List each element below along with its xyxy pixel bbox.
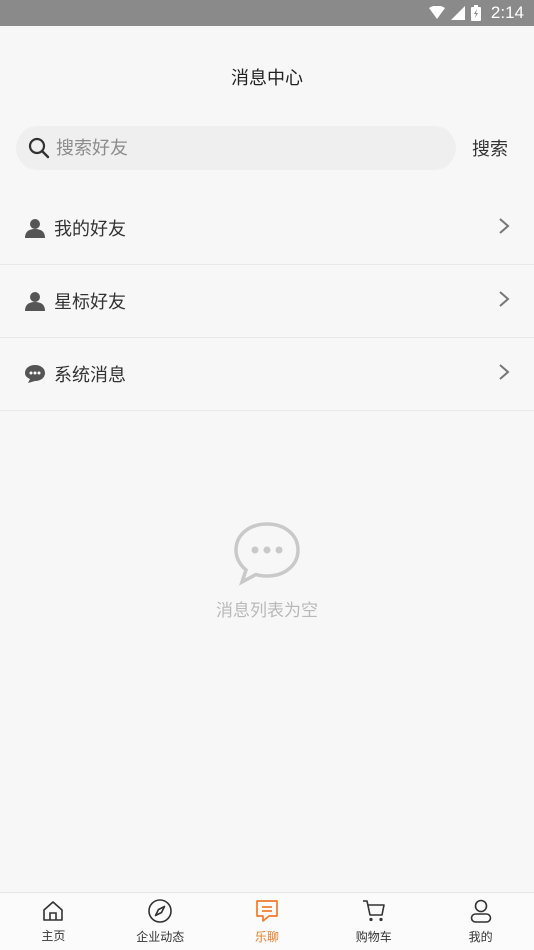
status-bar: 2:14 — [0, 0, 534, 26]
search-button[interactable]: 搜索 — [472, 135, 518, 161]
menu-item-starred-friends[interactable]: 星标好友 — [0, 265, 534, 338]
person-icon — [24, 217, 46, 239]
wifi-icon — [428, 6, 445, 19]
page-title: 消息中心 — [231, 68, 303, 89]
search-box[interactable] — [16, 126, 456, 170]
cart-icon — [362, 900, 385, 922]
status-time: 2:14 — [490, 3, 524, 22]
chat-bubble-outline-icon — [234, 522, 300, 586]
signal-icon — [450, 6, 465, 20]
menu-item-label: 星标好友 — [54, 292, 126, 313]
user-icon — [470, 899, 491, 923]
tab-label: 企业动态 — [136, 930, 185, 944]
empty-state: 消息列表为空 — [0, 520, 534, 621]
battery-icon — [470, 5, 481, 21]
chevron-right-icon — [498, 363, 510, 385]
menu-item-my-friends[interactable]: 我的好友 — [0, 192, 534, 265]
compass-icon — [148, 899, 172, 923]
tab-home[interactable]: 主页 — [0, 893, 107, 950]
message-icon — [256, 900, 278, 922]
menu-item-label: 系统消息 — [54, 365, 126, 386]
tab-me[interactable]: 我的 — [427, 893, 534, 950]
home-icon — [43, 901, 64, 921]
person-icon — [24, 290, 46, 312]
chevron-right-icon — [498, 290, 510, 312]
tab-label: 我的 — [468, 930, 493, 944]
chat-bubble-icon — [24, 363, 46, 385]
chevron-right-icon — [498, 217, 510, 239]
tab-label: 主页 — [41, 929, 66, 943]
tab-cart[interactable]: 购物车 — [320, 893, 427, 950]
search-input[interactable] — [56, 137, 416, 159]
tab-lechat[interactable]: 乐聊 — [214, 893, 321, 950]
tab-label: 乐聊 — [254, 930, 279, 944]
bottom-tab-bar: 主页 企业动态 乐聊 购物车 我的 — [0, 892, 534, 950]
menu-list: 我的好友 星标好友 系统消息 — [0, 192, 534, 411]
search-icon — [28, 137, 50, 159]
tab-company-news[interactable]: 企业动态 — [107, 893, 214, 950]
menu-item-label: 我的好友 — [54, 219, 126, 240]
search-row: 搜索 — [0, 118, 534, 178]
empty-state-text: 消息列表为空 — [216, 601, 318, 621]
menu-item-system-messages[interactable]: 系统消息 — [0, 338, 534, 411]
tab-label: 购物车 — [355, 930, 392, 944]
